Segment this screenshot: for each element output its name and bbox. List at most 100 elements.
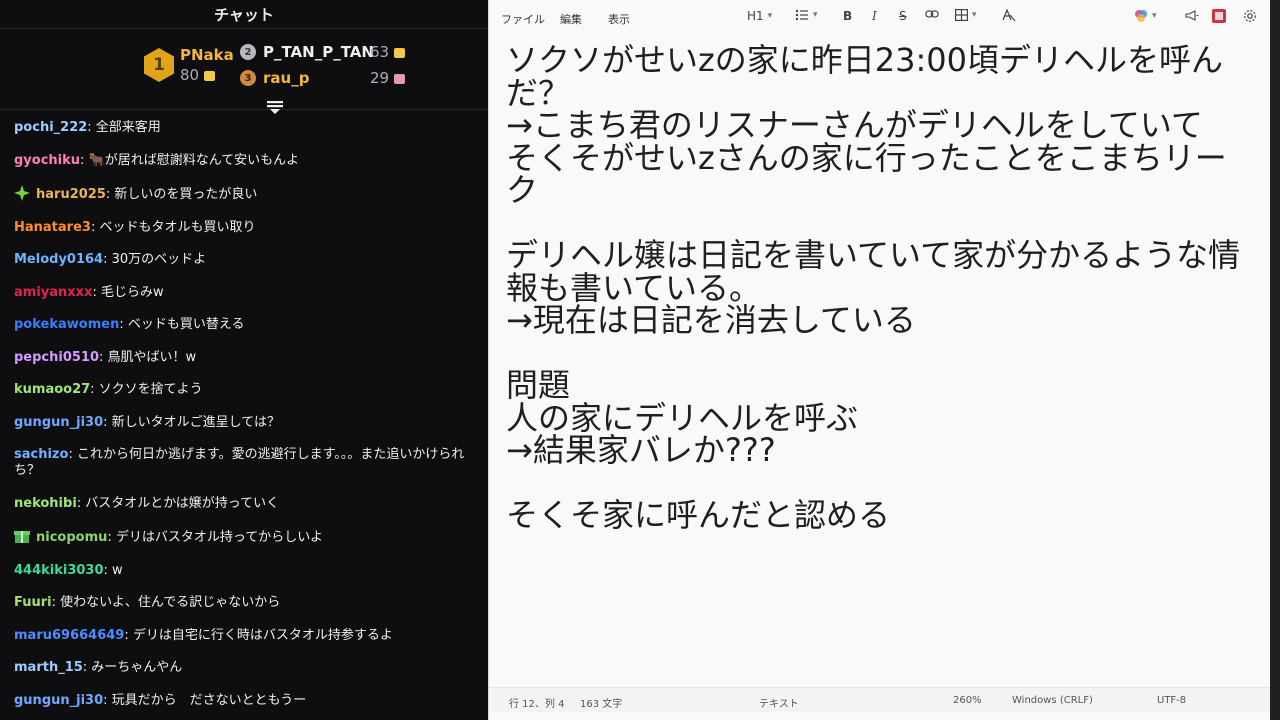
strikethrough-button[interactable]: S	[899, 9, 907, 23]
chat-username[interactable]: pochi_222	[14, 120, 87, 135]
leaderboard-third[interactable]: 3 rau_p	[240, 69, 309, 87]
chat-username[interactable]: nekohibi	[14, 496, 77, 511]
chat-username[interactable]: Melody0164	[14, 252, 103, 267]
chat-message-text: : ソクソを捨てよう	[90, 382, 203, 397]
chat-username[interactable]: kumaoo27	[14, 382, 90, 397]
chevron-down-icon: ▾	[813, 10, 818, 20]
chat-username[interactable]: maru69664649	[14, 628, 124, 643]
chat-message: Melody0164: 30万のベッドよ	[0, 252, 488, 268]
editor-line: →現在は日記を消去している	[506, 301, 916, 339]
chat-message: Hanatare3: ベッドもタオルも買い取り	[0, 220, 488, 236]
editor-line: ソクソがせいzの家に昨日23:00頃デリヘルを呼ん	[506, 41, 1224, 79]
leaderboard-third-score: 29	[370, 69, 406, 87]
copilot-dropdown[interactable]: ▾	[1134, 9, 1157, 23]
chat-message-text: : これから何日か逃げます。愛の逃避行します。。。また追いかけられ ち？	[14, 447, 465, 478]
list-dropdown[interactable]: ▾	[795, 9, 818, 21]
chat-message-text: : ベッドもタオルも買い取り	[90, 219, 256, 235]
editor-line: 問題	[506, 366, 571, 404]
leaderboard-first[interactable]: 1 PNaka 80	[144, 45, 234, 85]
table-dropdown[interactable]: ▾	[955, 9, 977, 21]
chat-username[interactable]: gungun_ji30	[14, 693, 103, 708]
right-edge-bar	[1270, 0, 1280, 720]
rank-2-badge: 2	[240, 44, 256, 60]
chat-username[interactable]: pokekawomen	[14, 317, 119, 332]
chat-message: pokekawomen: ベッドも買い替える	[0, 317, 488, 333]
settings-button[interactable]	[1243, 9, 1257, 23]
chat-message-text: : 全部来客用	[87, 120, 161, 135]
chat-username[interactable]: haru2025	[36, 187, 106, 202]
heading-label: H1	[747, 9, 764, 23]
account-button[interactable]	[1212, 9, 1226, 23]
leaderboard-third-name: rau_p	[263, 69, 310, 87]
chat-username[interactable]: gyochiku	[14, 153, 80, 168]
announcements-button[interactable]	[1185, 9, 1199, 22]
editor-line: そくそ家に呼んだと認める	[506, 496, 891, 534]
copilot-icon	[1135, 10, 1147, 22]
leaderboard-second-name: P_TAN_P_TAN	[263, 43, 374, 61]
clear-format-button[interactable]	[1002, 9, 1016, 22]
menu-edit[interactable]: 編集	[560, 11, 582, 27]
status-bar: 行 12、列 4 163 文字 テキスト 260% Windows (CRLF)…	[489, 687, 1271, 712]
menu-view[interactable]: 表示	[608, 11, 630, 27]
chevron-down-icon: ▾	[972, 10, 977, 20]
italic-button[interactable]: I	[872, 9, 877, 23]
collapse-leaderboard-icon[interactable]	[266, 100, 284, 116]
gift-icon	[204, 70, 216, 81]
chat-message-text: : 30万のベッドよ	[103, 252, 207, 267]
chat-username[interactable]: Fuuri	[14, 595, 52, 610]
text-editor[interactable]: ソクソがせいzの家に昨日23:00頃デリヘルを呼ん だ？ →こまち君のリスナーさんが…	[506, 44, 1266, 532]
chat-message: kumaoo27: ソクソを捨てよう	[0, 382, 488, 398]
leaderboard: 1 PNaka 80 2 P_TAN_P_TAN 63 3 rau_p 29	[0, 29, 488, 110]
link-icon	[925, 10, 939, 18]
megaphone-icon	[1185, 10, 1199, 21]
chat-message: nicopomu: デリはバスタオル持ってからしいよ	[0, 528, 488, 546]
chat-username[interactable]: sachizo	[14, 447, 68, 462]
chat-username[interactable]: gungun_ji30	[14, 415, 103, 430]
chat-username[interactable]: pepchi0510	[14, 350, 99, 365]
zoom-level[interactable]: 260%	[953, 695, 982, 706]
list-icon	[795, 9, 808, 21]
chat-username[interactable]: marth_15	[14, 660, 83, 675]
chat-message: amiyanxxx: 毛じらみw	[0, 285, 488, 301]
chat-username[interactable]: nicopomu	[36, 530, 107, 545]
editor-line: ク	[506, 171, 539, 209]
menu-file[interactable]: ファイル	[501, 11, 545, 27]
chat-message-text: : 新しいのを買ったが良い	[105, 187, 258, 202]
heading-dropdown[interactable]: H1 ▾	[747, 9, 772, 23]
chevron-down-icon: ▾	[1152, 11, 1157, 21]
leaderboard-second[interactable]: 2 P_TAN_P_TAN	[240, 43, 374, 61]
leaderboard-second-value: 63	[370, 43, 390, 61]
editor-line: だ？	[506, 73, 571, 112]
chat-title: チャット	[0, 0, 488, 29]
menu-bar: ファイル 編集 表示 H1 ▾ ▾ B I S ▾ ▾	[489, 0, 1271, 36]
chat-message-text: : 鳥肌やばい！w	[99, 349, 197, 365]
chat-username[interactable]: 444kiki3030	[14, 563, 104, 578]
chat-message-text: : 毛じらみw	[92, 284, 164, 300]
chat-message: haru2025: 新しいのを買ったが良い	[0, 185, 488, 203]
leaderboard-third-value: 29	[370, 69, 390, 87]
editor-line: →結果家バレか???	[506, 431, 776, 469]
chat-message-text: : ベッドも買い替える	[119, 317, 245, 332]
leaderboard-first-name: PNaka	[180, 46, 234, 64]
text-format[interactable]: テキスト	[759, 695, 799, 710]
editor-line: そくそがせいzさんの家に行ったことをこまちリー	[506, 138, 1227, 177]
leaderboard-second-score: 63	[370, 43, 406, 61]
line-ending[interactable]: Windows (CRLF)	[1012, 695, 1093, 706]
chat-message: sachizo: これから何日か逃げます。愛の逃避行します。。。また追いかけられ…	[0, 447, 488, 479]
encoding[interactable]: UTF-8	[1157, 695, 1186, 706]
gift-badge-icon	[14, 531, 30, 543]
chat-message-text: : デリはバスタオル持ってからしいよ	[107, 530, 323, 545]
bold-button[interactable]: B	[843, 9, 852, 23]
chat-username[interactable]: amiyanxxx	[14, 285, 92, 300]
chat-panel: チャット 1 PNaka 80 2 P_TAN_P_TAN 63 3 rau_p…	[0, 0, 488, 720]
chat-message-text: : みーちゃんやん	[82, 660, 183, 675]
chat-message: gyochiku: 🐂が居れば慰謝料なんて安いもんよ	[0, 153, 488, 169]
link-button[interactable]	[925, 9, 939, 19]
chat-username[interactable]: Hanatare3	[14, 220, 91, 235]
editor-line: 人の家にデリヘルを呼ぶ	[506, 398, 859, 437]
chat-message: Fuuri: 使わないよ、住んでる訳じゃないから	[0, 595, 488, 611]
chat-message: pochi_222: 全部来客用	[0, 120, 488, 136]
